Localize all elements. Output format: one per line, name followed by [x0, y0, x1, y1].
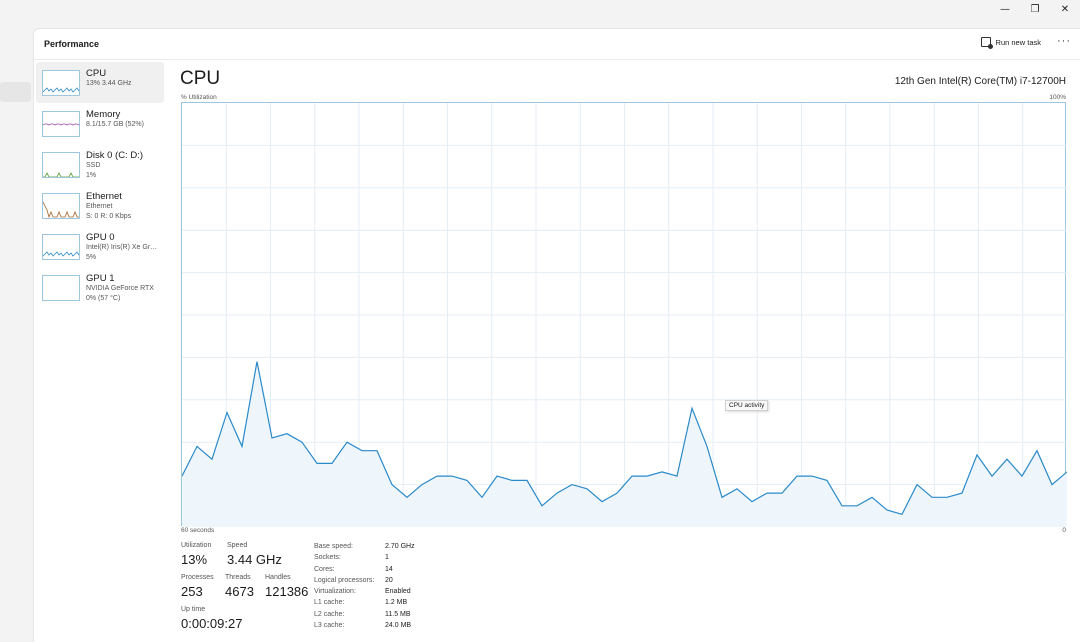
- resource-detail: NVIDIA GeForce RTX: [86, 285, 154, 292]
- stat-label: Up time: [181, 606, 206, 613]
- resource-detail: 1%: [86, 171, 97, 179]
- gpu0-thumbnail-icon: [42, 234, 80, 260]
- cpu-activity-tooltip: CPU activity: [725, 400, 769, 411]
- stat-label: Threads: [225, 574, 251, 581]
- resource-item[interactable]: Ethernet Ethernet S: 0 R: 0 Kbps: [36, 185, 164, 226]
- spec-value: Enabled: [385, 588, 411, 596]
- spec-key: Virtualization:: [314, 588, 356, 596]
- resource-detail: 8.1/15.7 GB (52%): [86, 121, 144, 128]
- page-header: Performance Run new task ···: [34, 29, 1080, 60]
- minimize-button[interactable]: —: [990, 0, 1020, 18]
- restore-button[interactable]: ❐: [1020, 0, 1050, 18]
- spec-value: 1.2 MB: [385, 599, 408, 607]
- stat-processes: Processes 253: [181, 573, 214, 600]
- page-title: Performance: [44, 39, 100, 49]
- window-caption-buttons: — ❐ ✕: [990, 0, 1080, 18]
- stat-value: 4673: [225, 584, 254, 599]
- run-task-icon: [980, 37, 993, 49]
- spec-row: L2 cache: 11.5 MB: [314, 609, 415, 620]
- thumbnail-sparkline: [43, 201, 79, 218]
- thumbnail-sparkline: [43, 123, 79, 126]
- resource-name: Disk 0 (C: D:): [86, 150, 143, 161]
- resource-detail: 0% (57 °C): [86, 294, 121, 302]
- stat-value: 3.44 GHz: [227, 552, 282, 567]
- resource-name: Memory: [86, 109, 121, 120]
- resource-name: Ethernet: [86, 191, 122, 202]
- spec-value: 24.0 MB: [385, 622, 412, 630]
- resource-item[interactable]: GPU 0Intel(R) Iris(R) Xe Graphics 5%: [36, 226, 164, 267]
- memory-thumbnail-icon: [42, 111, 80, 137]
- cpu-spec-table: Base speed: 2.70 GHz Sockets: 1 Cores: 14 Logi…: [314, 541, 415, 631]
- resource-detail: Intel(R) Iris(R) Xe Graphics: [86, 244, 158, 251]
- thumbnail-sparkline: [43, 172, 79, 177]
- spec-value: 2.70 GHz: [385, 543, 415, 550]
- spec-key: L2 cache:: [314, 610, 345, 618]
- cpu-thumbnail-icon: [42, 70, 80, 96]
- stat-value: 253: [181, 584, 203, 599]
- y-axis-label: % Utilization: [181, 94, 217, 101]
- spec-key: Cores:: [314, 565, 335, 573]
- resource-item[interactable]: Memory 8.1/15.7 GB (52%): [36, 103, 164, 144]
- stat-label: Speed: [227, 542, 248, 549]
- spec-value: 1: [385, 554, 389, 562]
- resource-detail: Ethernet: [86, 203, 113, 210]
- spec-value: 20: [385, 576, 393, 584]
- cpu-model: 12th Gen Intel(R) Core(TM) i7-12700H: [894, 76, 1066, 87]
- thumbnail-sparkline: [43, 251, 79, 257]
- navigation-strip: [0, 0, 33, 642]
- stat-threads: Threads 4673: [225, 573, 254, 600]
- stat-label: Utilization: [181, 542, 212, 549]
- spec-value: 14: [385, 565, 393, 573]
- spec-value: 11.5 MB: [385, 610, 411, 618]
- resource-name: GPU 1: [86, 273, 115, 284]
- stat-utilization: Utilization 13%: [181, 541, 211, 568]
- resource-list: CPU 13% 3.44 GHz Memory 8.1/15.7 GB (52%) Di…: [36, 62, 164, 308]
- resource-item[interactable]: Disk 0 (C: D:) SSD 1%: [36, 144, 164, 185]
- disk-thumbnail-icon: [42, 152, 80, 178]
- stat-speed: Speed 3.44 GHz: [227, 541, 282, 568]
- performance-panel: Performance Run new task ··· CPU 13% 3.44…: [33, 28, 1080, 642]
- spec-row: Cores: 14: [314, 564, 415, 575]
- stat-value: 13%: [181, 552, 208, 567]
- resource-detail: SSD: [86, 162, 101, 169]
- stat-label: Processes: [181, 574, 214, 581]
- stat-handles: Handles 121386: [265, 573, 308, 600]
- run-new-task-button[interactable]: Run new task: [980, 37, 1041, 49]
- spec-key: L1 cache:: [314, 599, 345, 607]
- resource-detail: 13% 3.44 GHz: [86, 80, 132, 87]
- resource-item[interactable]: GPU 1 NVIDIA GeForce RTX 0% (57 °C): [36, 267, 164, 308]
- resource-detail: S: 0 R: 0 Kbps: [86, 212, 132, 220]
- gpu1-thumbnail-icon: [42, 275, 80, 301]
- spec-key: Logical processors:: [314, 576, 375, 584]
- y-axis-max-label: 100%: [1049, 94, 1066, 101]
- thumbnail-sparkline: [43, 87, 79, 93]
- x-axis-left-label: 60 seconds: [181, 527, 215, 534]
- stat-label: Handles: [265, 574, 291, 581]
- nav-selected-indicator[interactable]: [0, 82, 31, 102]
- resource-item[interactable]: CPU 13% 3.44 GHz: [36, 62, 164, 103]
- stat-uptime: Up time 0:00:09:27: [181, 605, 242, 632]
- spec-key: Sockets:: [314, 554, 341, 562]
- spec-row: Logical processors: 20: [314, 575, 415, 586]
- x-axis-right-label: 0: [1062, 527, 1066, 534]
- spec-key: Base speed:: [314, 543, 353, 550]
- spec-row: Virtualization: Enabled: [314, 586, 415, 597]
- spec-key: L3 cache:: [314, 622, 345, 630]
- spec-row: Sockets: 1: [314, 552, 415, 563]
- cpu-graph-svg: [182, 103, 1067, 527]
- cpu-title: CPU: [180, 68, 221, 89]
- spec-row: L1 cache: 1.2 MB: [314, 597, 415, 608]
- more-options-button[interactable]: ···: [1057, 35, 1071, 47]
- cpu-utilization-graph[interactable]: CPU activity: [181, 102, 1067, 527]
- ethernet-thumbnail-icon: [42, 193, 80, 219]
- close-button[interactable]: ✕: [1050, 0, 1080, 18]
- spec-row: Base speed: 2.70 GHz: [314, 541, 415, 552]
- run-new-task-label: Run new task: [995, 37, 1041, 47]
- resource-name: GPU 0: [86, 232, 115, 243]
- stat-value: 0:00:09:27: [181, 616, 243, 631]
- resource-name: CPU: [86, 68, 107, 79]
- stat-value: 121386: [265, 584, 309, 599]
- resource-detail: 5%: [86, 253, 97, 261]
- spec-row: L3 cache: 24.0 MB: [314, 620, 415, 631]
